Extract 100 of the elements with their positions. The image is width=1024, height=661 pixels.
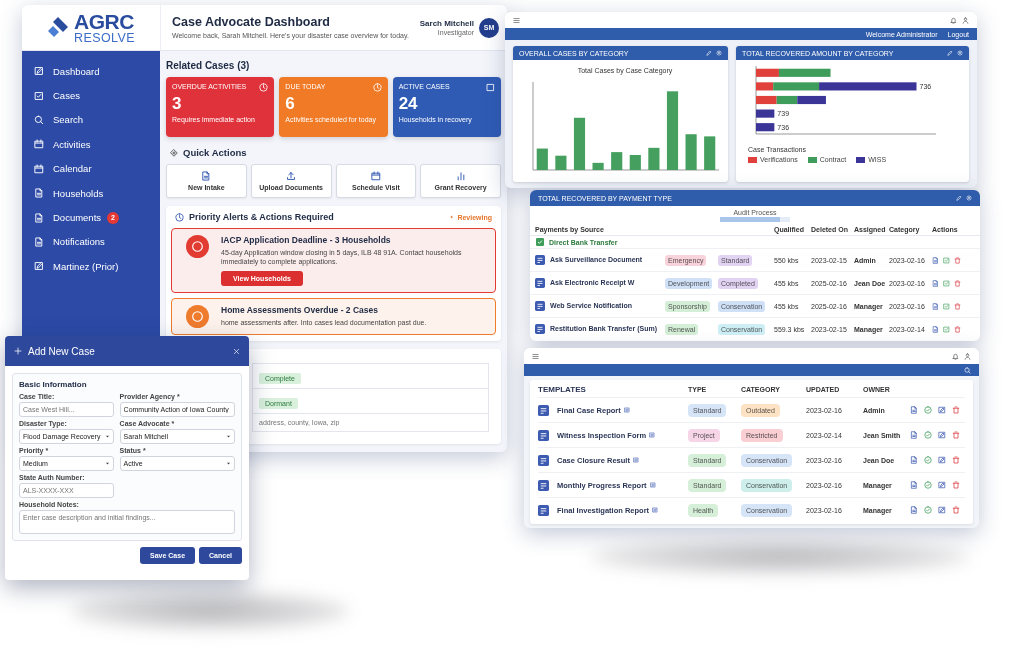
document-icon[interactable] — [910, 506, 918, 514]
checkbox-icon[interactable] — [943, 279, 950, 287]
document-icon[interactable] — [932, 325, 939, 333]
document-icon — [535, 301, 545, 311]
calendar-icon — [34, 163, 44, 174]
caret-icon — [104, 434, 110, 439]
trash-icon[interactable] — [954, 256, 961, 264]
trash-icon[interactable] — [954, 279, 961, 287]
square-icon — [486, 83, 495, 92]
panel-title: TEMPLATES — [538, 384, 587, 394]
sidebar-item[interactable]: Search — [34, 114, 84, 126]
calendar-icon — [370, 171, 381, 181]
stat-value: 24 — [398, 95, 419, 112]
bell-icon[interactable] — [950, 16, 957, 24]
page-title: Case Advocate Dashboard — [172, 14, 331, 29]
section-title: Related Cases (3) — [166, 60, 251, 71]
document-icon — [34, 212, 44, 223]
section-title: Quick Actions — [183, 147, 247, 158]
menu-icon[interactable] — [513, 16, 520, 24]
search-icon[interactable] — [964, 366, 971, 374]
edit-icon — [34, 261, 44, 272]
caret-icon — [104, 461, 110, 466]
trash-icon[interactable] — [952, 406, 960, 414]
list-icon — [623, 407, 630, 413]
close-icon — [233, 347, 240, 355]
list-icon — [649, 482, 656, 488]
user-name: Sarch Mitchell — [419, 19, 474, 28]
dialog-title: Add New Case — [28, 345, 95, 357]
stat-value: 6 — [285, 95, 296, 112]
document-icon — [538, 454, 549, 466]
clock-icon — [372, 83, 382, 92]
document-icon[interactable] — [932, 279, 939, 287]
document-icon — [538, 429, 549, 441]
sidebar-item[interactable]: Cases — [34, 90, 80, 102]
sidebar-item[interactable]: Dashboard — [34, 65, 100, 77]
document-icon — [201, 171, 212, 181]
sidebar-item[interactable]: Activities — [34, 138, 91, 150]
document-icon — [535, 255, 545, 265]
list-icon — [632, 457, 639, 463]
document-icon[interactable] — [910, 481, 918, 489]
caret-icon — [449, 214, 455, 220]
trash-icon[interactable] — [952, 456, 960, 464]
bell-icon[interactable] — [952, 352, 959, 360]
document-icon — [535, 278, 545, 288]
document-icon — [538, 479, 549, 491]
edit-icon[interactable] — [938, 506, 946, 514]
edit-icon[interactable] — [938, 406, 946, 414]
caret-icon — [226, 434, 231, 439]
trash-icon[interactable] — [952, 506, 960, 514]
upload-icon — [286, 171, 297, 181]
alert-title: IACP Application Deadline - 3 Households — [221, 235, 391, 245]
logo-text: AGRC — [74, 10, 135, 32]
checkbox-icon[interactable] — [943, 302, 950, 310]
list-icon — [652, 507, 659, 513]
document-icon[interactable] — [910, 406, 918, 414]
document-icon[interactable] — [910, 431, 918, 439]
section-title: Priority Alerts & Actions Required — [189, 212, 334, 222]
edit-icon[interactable] — [938, 481, 946, 489]
user-icon[interactable] — [964, 352, 971, 360]
trash-icon[interactable] — [954, 325, 961, 333]
trash-icon[interactable] — [952, 481, 960, 489]
calendar-icon — [34, 139, 44, 150]
alert-title: Home Assessments Overdue - 2 Cases — [221, 304, 378, 315]
document-icon[interactable] — [910, 456, 918, 464]
document-icon — [34, 188, 44, 199]
document-icon — [535, 324, 545, 334]
clock-icon — [259, 83, 269, 92]
bar-chart-icon — [455, 171, 466, 181]
sidebar-item[interactable]: Households — [34, 187, 104, 199]
document-icon[interactable] — [932, 256, 939, 264]
sidebar-item[interactable]: Documents — [34, 212, 102, 224]
form-section-title: Basic Information — [19, 380, 88, 389]
logo-text: RESOLVE — [74, 31, 135, 45]
menu-icon[interactable] — [532, 352, 539, 360]
sidebar-item[interactable]: Calendar — [34, 163, 92, 175]
plus-icon — [14, 347, 22, 355]
trash-icon[interactable] — [954, 302, 961, 310]
gear-icon[interactable] — [966, 195, 972, 201]
sidebar-item[interactable]: Martinez (Prior) — [34, 260, 119, 272]
gear-icon[interactable] — [957, 50, 963, 56]
trash-icon[interactable] — [952, 431, 960, 439]
document-icon — [34, 236, 44, 247]
search-icon — [34, 114, 44, 125]
document-icon[interactable] — [932, 302, 939, 310]
checkbox-icon[interactable] — [943, 325, 950, 333]
user-icon[interactable] — [962, 16, 969, 24]
edit-icon — [34, 66, 44, 77]
list-icon — [649, 432, 656, 438]
edit-icon[interactable] — [938, 431, 946, 439]
caret-icon — [226, 461, 231, 466]
clock-icon — [175, 212, 184, 222]
diamond-icon — [170, 148, 178, 157]
gear-icon[interactable] — [716, 50, 722, 56]
checkbox-icon — [34, 90, 44, 101]
document-icon — [538, 504, 549, 516]
sidebar-item[interactable]: Notifications — [34, 236, 105, 248]
edit-icon[interactable] — [938, 456, 946, 464]
close-button[interactable] — [233, 347, 240, 355]
checkbox-icon[interactable] — [943, 256, 950, 264]
document-icon — [538, 404, 549, 416]
